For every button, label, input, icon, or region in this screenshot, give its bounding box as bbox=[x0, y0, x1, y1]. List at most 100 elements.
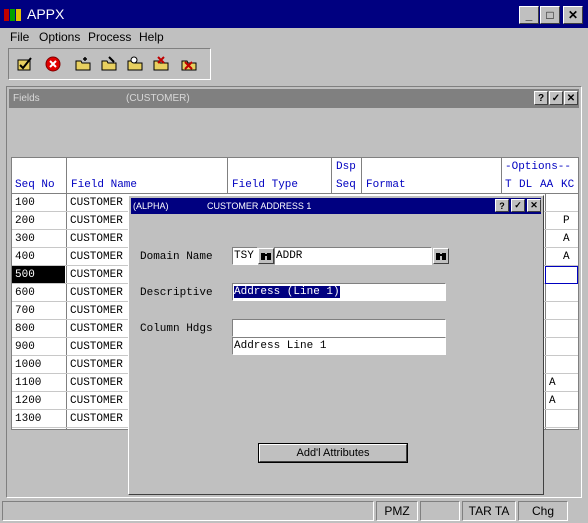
dialog-close-button[interactable]: ✕ bbox=[527, 199, 541, 212]
field-name-cell[interactable]: CUSTOMER bbox=[70, 356, 123, 374]
aa-cell: A bbox=[549, 377, 556, 389]
status-bar: PMZ TAR TA Chg bbox=[0, 500, 588, 523]
maximize-button[interactable]: □ bbox=[540, 6, 560, 24]
column-heading-2-field[interactable]: Address Line 1 bbox=[232, 337, 446, 355]
check-icon: ✓ bbox=[551, 92, 561, 104]
seq-no-cell[interactable]: 100 bbox=[12, 194, 65, 212]
field-name-cell[interactable]: CUSTOMER bbox=[70, 392, 123, 410]
kc-cell: A bbox=[563, 251, 570, 263]
aa-cell: A bbox=[549, 395, 556, 407]
dialog-help-button[interactable]: ? bbox=[495, 199, 509, 212]
kc-cell: P bbox=[563, 215, 570, 227]
seq-no-cell[interactable]: 1100 bbox=[12, 374, 65, 392]
status-panel-mode: Chg bbox=[518, 501, 568, 521]
help-icon: ? bbox=[499, 200, 505, 211]
header-dl: DL bbox=[519, 179, 533, 191]
seq-no-cell[interactable]: 800 bbox=[12, 320, 65, 338]
minimize-icon: _ bbox=[525, 8, 533, 22]
fields-help-button[interactable]: ? bbox=[534, 91, 548, 105]
addl-attributes-button[interactable]: Add'l Attributes bbox=[259, 444, 407, 462]
fields-subtitle: (CUSTOMER) bbox=[126, 93, 190, 104]
field-name-cell[interactable]: CUSTOMER bbox=[70, 248, 123, 266]
add-folder-icon[interactable] bbox=[73, 55, 93, 73]
menu-help[interactable]: Help bbox=[139, 30, 164, 44]
menu-process[interactable]: Process bbox=[88, 30, 131, 44]
dialog-type: (ALPHA) bbox=[133, 201, 169, 211]
search-folder-icon[interactable] bbox=[125, 55, 145, 73]
header-seq-no: Seq No bbox=[15, 179, 55, 191]
seq-no-cell[interactable]: 200 bbox=[12, 212, 65, 230]
field-name-cell[interactable]: CUSTOMER bbox=[70, 338, 123, 356]
check-icon[interactable] bbox=[15, 55, 35, 73]
header-seq: Seq bbox=[336, 179, 356, 191]
field-detail-dialog: (ALPHA) CUSTOMER ADDRESS 1 ? ✓ ✕ Domain … bbox=[128, 195, 544, 495]
binoculars-icon bbox=[261, 253, 271, 260]
binoculars-icon bbox=[436, 253, 446, 260]
descriptive-value: Address (Line 1) bbox=[234, 286, 340, 298]
menu-file[interactable]: File bbox=[10, 30, 29, 44]
field-name-cell[interactable]: CUSTOMER bbox=[70, 284, 123, 302]
status-panel-tar: TAR TA bbox=[462, 501, 516, 521]
status-panel-pmz: PMZ bbox=[376, 501, 418, 521]
close-button[interactable]: ✕ bbox=[563, 6, 583, 24]
kc-cell: A bbox=[563, 233, 570, 245]
fields-ok-button[interactable]: ✓ bbox=[549, 91, 563, 105]
domain-name-field[interactable]: ADDR bbox=[274, 247, 432, 265]
seq-no-cell[interactable]: 600 bbox=[12, 284, 65, 302]
maximize-icon: □ bbox=[546, 8, 554, 22]
fields-close-button[interactable]: ✕ bbox=[564, 91, 578, 105]
fields-title: Fields bbox=[13, 93, 40, 104]
descriptive-field[interactable]: Address (Line 1) bbox=[232, 283, 446, 301]
delete-folder-icon[interactable] bbox=[151, 55, 171, 73]
domain-name-lookup-button[interactable] bbox=[433, 248, 449, 264]
seq-no-cell[interactable]: 900 bbox=[12, 338, 65, 356]
app-title-bar[interactable]: APPX _ □ ✕ bbox=[0, 0, 588, 28]
menu-options[interactable]: Options bbox=[39, 30, 80, 44]
field-name-cell[interactable]: CUSTOMER bbox=[70, 374, 123, 392]
seq-no-cell[interactable]: 300 bbox=[12, 230, 65, 248]
close-icon: ✕ bbox=[566, 92, 576, 104]
help-icon: ? bbox=[537, 92, 545, 104]
selected-row-outline bbox=[545, 266, 578, 284]
header-field-type: Field Type bbox=[232, 179, 299, 191]
cancel-icon[interactable] bbox=[43, 55, 63, 73]
column-heading-1-field[interactable] bbox=[232, 319, 446, 337]
domain-app-field[interactable]: TSY bbox=[232, 247, 258, 265]
edit-folder-icon[interactable] bbox=[99, 55, 119, 73]
domain-name-label: Domain Name bbox=[140, 251, 213, 263]
close-icon: ✕ bbox=[530, 200, 538, 210]
status-panel-blank bbox=[420, 501, 460, 521]
check-icon: ✓ bbox=[514, 200, 522, 210]
domain-app-lookup-button[interactable] bbox=[258, 248, 274, 264]
dialog-title-bar[interactable]: (ALPHA) CUSTOMER ADDRESS 1 ? ✓ ✕ bbox=[131, 198, 541, 214]
edit-check-icon[interactable] bbox=[179, 55, 199, 73]
seq-no-cell[interactable]: 1200 bbox=[12, 392, 65, 410]
seq-no-cell[interactable]: 1300 bbox=[12, 410, 65, 428]
toolbar bbox=[8, 48, 211, 80]
header-field-name: Field Name bbox=[71, 179, 138, 191]
header-format: Format bbox=[366, 179, 406, 191]
close-icon: ✕ bbox=[567, 8, 579, 22]
seq-no-cell[interactable]: 1000 bbox=[12, 356, 65, 374]
app-logo-icon bbox=[4, 8, 22, 22]
seq-no-cell[interactable]: 400 bbox=[12, 248, 65, 266]
minimize-button[interactable]: _ bbox=[519, 6, 539, 24]
menu-bar: File Options Process Help bbox=[0, 28, 588, 46]
field-name-cell[interactable]: CUSTOMER bbox=[70, 230, 123, 248]
seq-no-cell[interactable]: 700 bbox=[12, 302, 65, 320]
field-name-cell[interactable]: CUSTOMER bbox=[70, 212, 123, 230]
header-kc: KC bbox=[561, 179, 575, 191]
dialog-title: CUSTOMER ADDRESS 1 bbox=[207, 201, 312, 211]
field-name-cell[interactable]: CUSTOMER bbox=[70, 302, 123, 320]
fields-title-bar[interactable]: Fields (CUSTOMER) ? ✓ ✕ bbox=[9, 89, 579, 108]
header-t: T bbox=[505, 179, 512, 191]
app-title: APPX bbox=[27, 6, 65, 22]
field-name-cell[interactable]: CUSTOMER bbox=[70, 194, 123, 212]
field-name-cell[interactable]: CUSTOMER bbox=[70, 266, 123, 284]
field-name-cell[interactable]: CUSTOMER bbox=[70, 410, 123, 428]
header-options: -Options-- bbox=[505, 161, 572, 173]
dialog-ok-button[interactable]: ✓ bbox=[511, 199, 525, 212]
seq-no-cell[interactable]: 500 bbox=[12, 266, 65, 284]
column-hdgs-label: Column Hdgs bbox=[140, 323, 213, 335]
field-name-cell[interactable]: CUSTOMER bbox=[70, 320, 123, 338]
